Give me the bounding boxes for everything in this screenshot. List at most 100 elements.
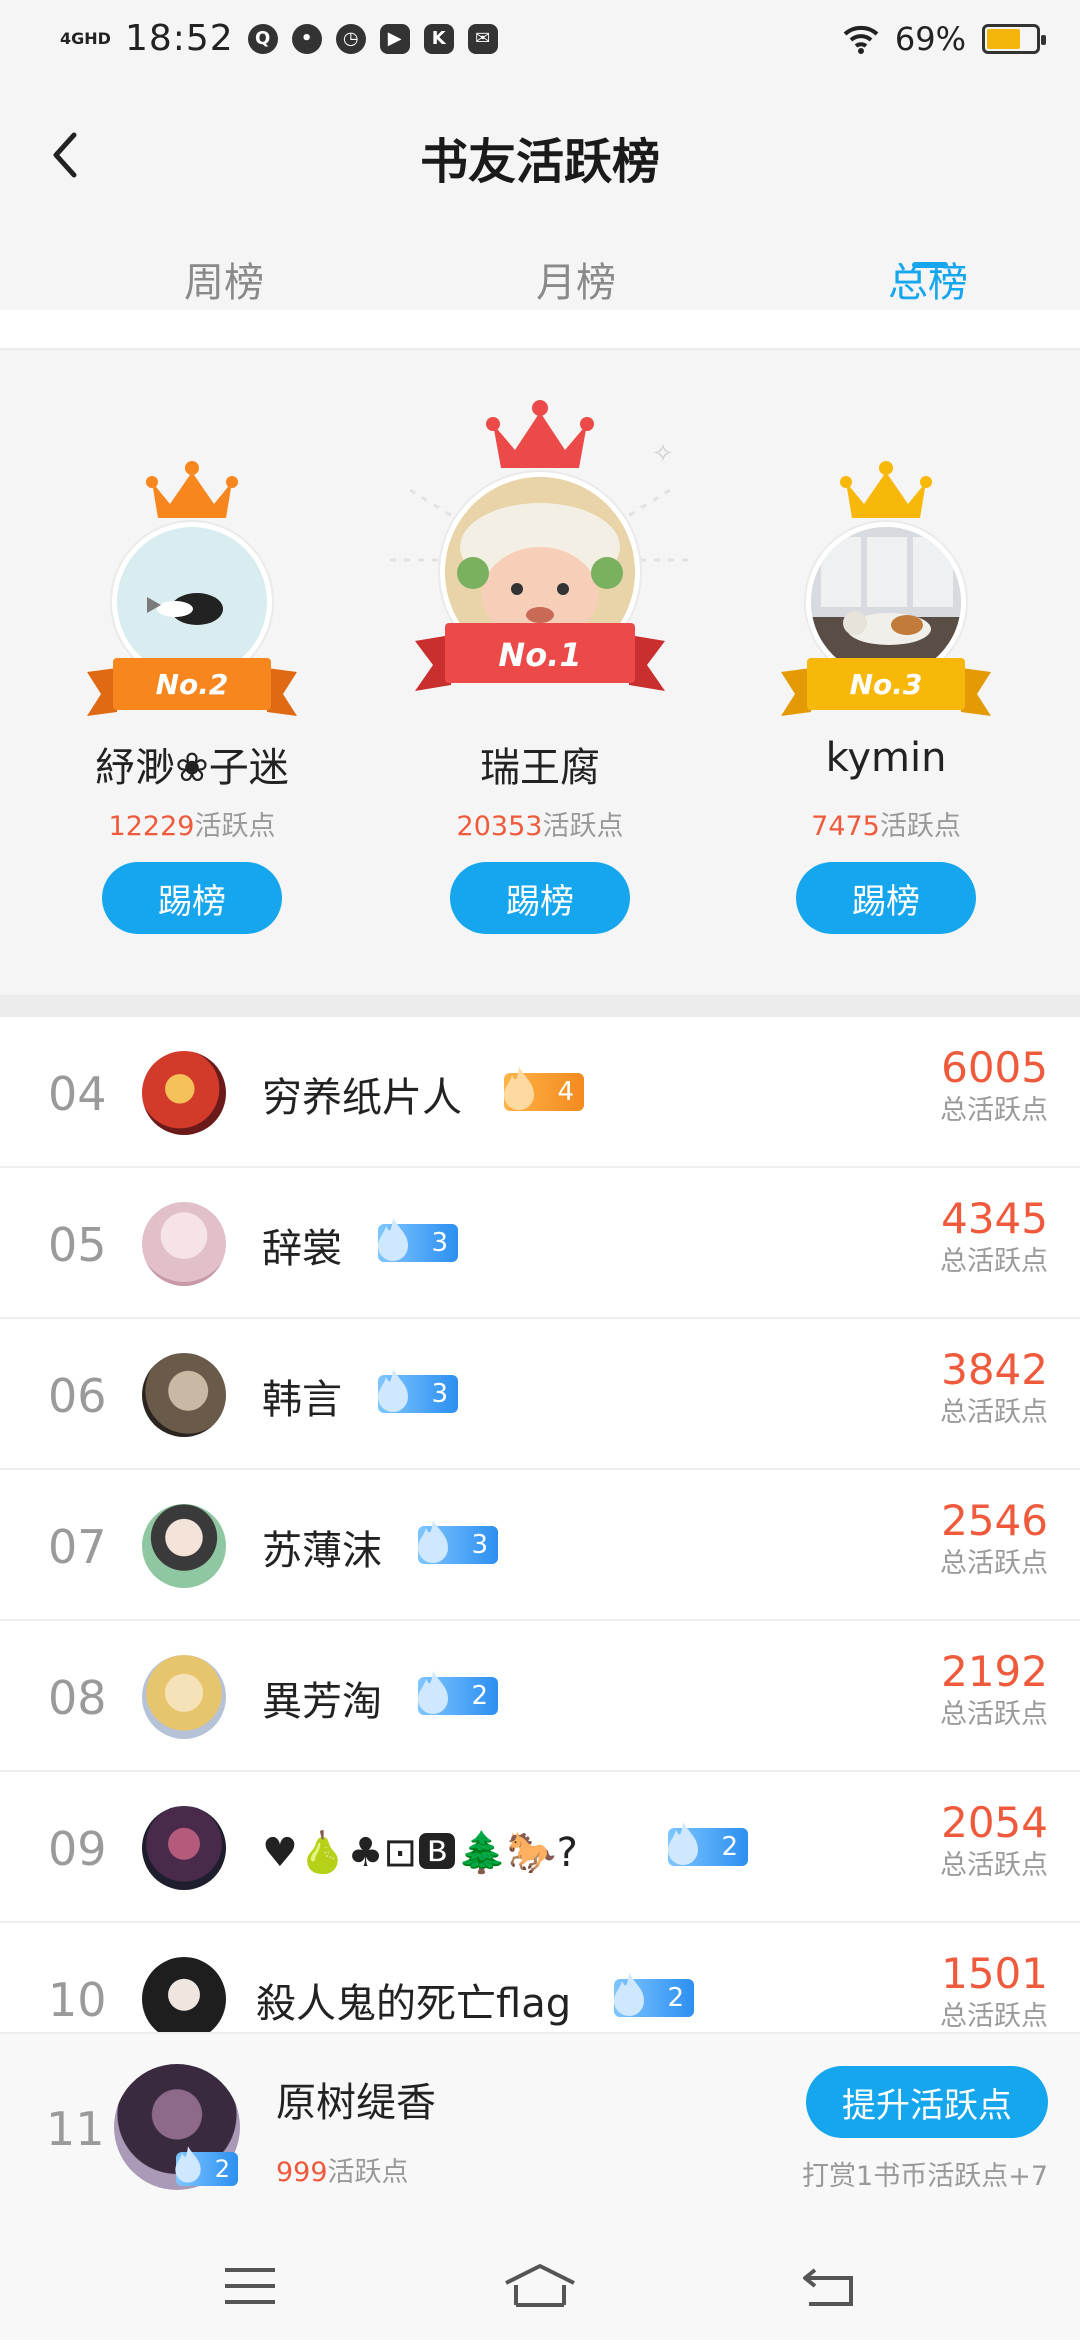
list-item[interactable]: 06 韩言 3 3842 总活跃点: [0, 1319, 1080, 1470]
wifi-icon: [843, 25, 879, 54]
rank-number: 05: [48, 1218, 107, 1272]
activity-points: 2192 总活跃点: [940, 1647, 1048, 1730]
tab-total[interactable]: 总榜: [828, 250, 1028, 308]
avatar[interactable]: [142, 1202, 226, 1286]
activity-points: 6005 总活跃点: [940, 1043, 1048, 1126]
podium-name: 紓渺❀子迷: [95, 745, 289, 791]
battery-percent: 69%: [894, 20, 966, 58]
user-name: 辞裳: [262, 1226, 342, 1272]
level-badge: 4: [504, 1067, 584, 1111]
list-item[interactable]: 04 穷养纸片人 4 6005 总活跃点: [0, 1017, 1080, 1168]
activity-points: 2546 总活跃点: [940, 1496, 1048, 1579]
my-rank-bar: 11 2 原树缇香 999活跃点 提升活跃点 打赏1书币活跃点+7: [0, 2032, 1080, 2232]
back-nav-button[interactable]: [790, 2256, 870, 2316]
clock: 18:52: [124, 18, 234, 59]
kick-rank-button[interactable]: 踢榜: [796, 862, 976, 934]
avatar[interactable]: [142, 1957, 226, 2041]
level-badge: 3: [378, 1218, 458, 1262]
rank-number: 06: [48, 1369, 107, 1423]
rank-number: 04: [48, 1067, 107, 1121]
tab-bar: 周榜 月榜 总榜: [0, 250, 1080, 310]
flame-icon: [418, 1671, 448, 1714]
top-three-podium: No.2 紓渺❀子迷 12229活跃点 踢榜 ✧ No.1 瑞王腐 20353活…: [0, 350, 1080, 995]
flame-icon: [418, 1520, 448, 1563]
podium-points: 20353活跃点: [456, 811, 624, 842]
flame-icon: [175, 2146, 201, 2183]
user-name: 穷养纸片人: [262, 1075, 462, 1121]
my-name: 原树缇香: [276, 2080, 436, 2126]
page-title: 书友活跃榜: [419, 134, 660, 190]
play-app-icon: ▶: [379, 23, 410, 54]
menu-button[interactable]: [210, 2256, 290, 2316]
flame-icon: [504, 1067, 534, 1110]
network-indicator: 4GHD: [60, 28, 111, 48]
podium-second: No.2 紓渺❀子迷 12229活跃点 踢榜: [42, 350, 342, 995]
home-icon: [505, 2264, 575, 2307]
list-item[interactable]: 07 苏薄沫 3 2546 总活跃点: [0, 1470, 1080, 1621]
section-divider: [0, 995, 1080, 1017]
avatar[interactable]: [142, 1806, 226, 1890]
avatar[interactable]: [142, 1051, 226, 1135]
rank-number: 10: [48, 1973, 107, 2027]
kick-rank-button[interactable]: 踢榜: [102, 862, 282, 934]
user-name: ♥🍐♣⊡🅱🌲🐎?: [262, 1830, 578, 1876]
podium-third: No.3 kymin 7475活跃点 踢榜: [736, 350, 1036, 995]
system-nav-bar: [0, 2232, 1080, 2340]
crown-icon: [486, 400, 594, 468]
list-item[interactable]: 08 異芳淘 2 2192 总活跃点: [0, 1621, 1080, 1772]
clock-app-icon: ◷: [335, 23, 366, 54]
podium-name: kymin: [825, 735, 947, 781]
q-app-icon: Q: [247, 23, 278, 54]
boost-hint: 打赏1书币活跃点+7: [802, 2161, 1048, 2192]
menu-icon: [225, 2268, 275, 2304]
rank-badge: No.3: [849, 668, 923, 701]
podium-points: 12229活跃点: [108, 811, 276, 842]
activity-points: 1501 总活跃点: [940, 1949, 1048, 2032]
my-rank-number: 11: [46, 2102, 105, 2156]
page-header: 书友活跃榜 周榜 月榜 总榜: [0, 80, 1080, 310]
list-item[interactable]: 09 ♥🍐♣⊡🅱🌲🐎? 2 2054 总活跃点: [0, 1772, 1080, 1923]
user-name: 苏薄沫: [262, 1528, 382, 1574]
tab-monthly[interactable]: 月榜: [476, 250, 676, 308]
my-points: 999活跃点: [276, 2157, 409, 2188]
level-badge: 2: [668, 1822, 748, 1866]
rank-number: 07: [48, 1520, 107, 1574]
podium-points: 7475活跃点: [811, 811, 961, 842]
flame-icon: [378, 1369, 408, 1412]
svg-text:✧: ✧: [652, 439, 674, 469]
flame-icon: [378, 1218, 408, 1261]
level-badge: 2: [175, 2146, 238, 2186]
avatar[interactable]: [142, 1655, 226, 1739]
rank-badge: No.2: [155, 668, 229, 701]
ranking-list: 04 穷养纸片人 4 6005 总活跃点 05 辞裳 3 4345 总活跃点 0…: [0, 1017, 1080, 2074]
flame-icon: [614, 1973, 644, 2016]
battery-icon: [982, 24, 1046, 54]
activity-points: 2054 总活跃点: [940, 1798, 1048, 1881]
user-name: 殺人鬼的死亡flag: [256, 1981, 572, 2027]
podium-name: 瑞王腐: [480, 745, 600, 791]
tab-weekly[interactable]: 周榜: [124, 250, 324, 308]
level-badge: 3: [418, 1520, 498, 1564]
list-item[interactable]: 05 辞裳 3 4345 总活跃点: [0, 1168, 1080, 1319]
rank-number: 08: [48, 1671, 107, 1725]
home-button[interactable]: [500, 2256, 580, 2316]
status-bar: 4GHD 18:52 Q • ◷ ▶ K ✉ 69%: [0, 0, 1080, 80]
boost-activity-button[interactable]: 提升活跃点: [806, 2066, 1048, 2138]
level-badge: 3: [378, 1369, 458, 1413]
user-name: 異芳淘: [262, 1679, 382, 1725]
avatar[interactable]: [142, 1353, 226, 1437]
chat-app-icon: •: [291, 23, 322, 54]
level-badge: 2: [418, 1671, 498, 1715]
kick-rank-button[interactable]: 踢榜: [450, 862, 630, 934]
flame-icon: [668, 1822, 698, 1865]
rank-badge: No.1: [498, 636, 582, 674]
mail-app-icon: ✉: [467, 23, 498, 54]
activity-points: 4345 总活跃点: [940, 1194, 1048, 1277]
activity-points: 3842 总活跃点: [940, 1345, 1048, 1428]
avatar[interactable]: [142, 1504, 226, 1588]
crown-icon: [840, 461, 932, 518]
k-app-icon: K: [423, 23, 454, 54]
active-tab-indicator: [912, 262, 948, 268]
user-name: 韩言: [262, 1377, 342, 1423]
crown-icon: [146, 461, 238, 518]
